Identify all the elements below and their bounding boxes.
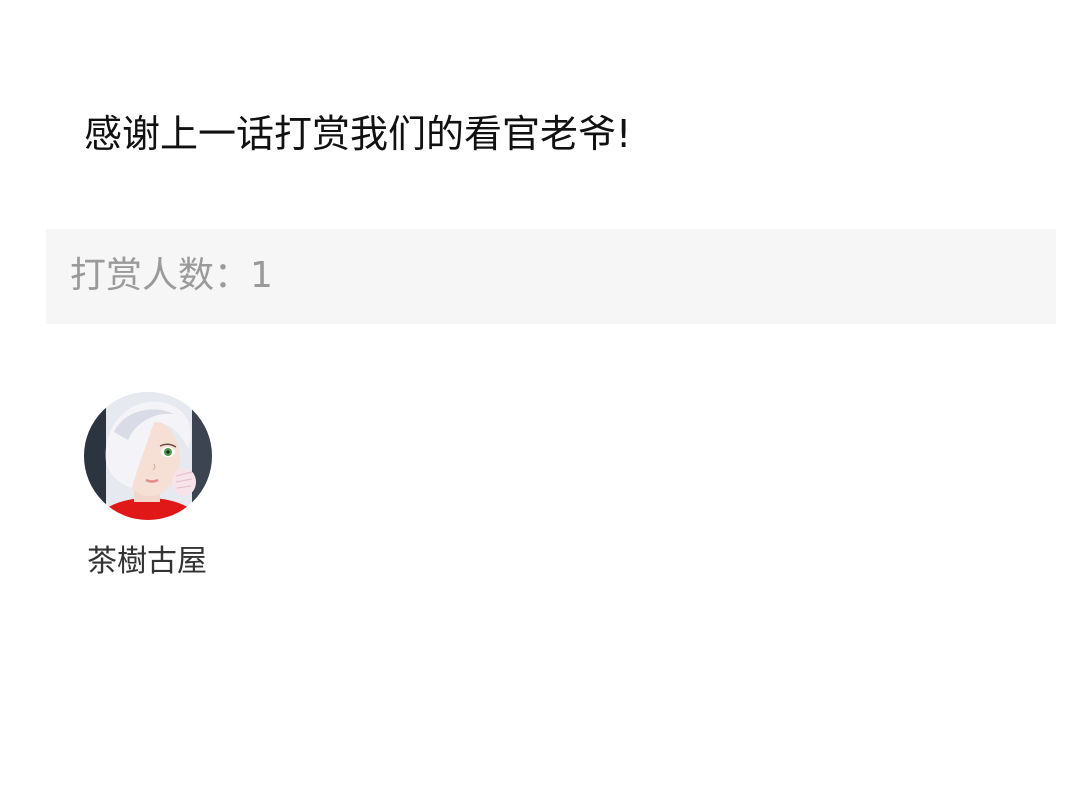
tip-count-label: 打赏人数： <box>70 255 251 296</box>
thanks-message: 感谢上一话打赏我们的看官老爷! <box>84 112 632 156</box>
tip-count-bar: 打赏人数：1 <box>46 229 1056 324</box>
avatar[interactable] <box>84 392 212 520</box>
tip-count-text: 打赏人数：1 <box>70 251 273 301</box>
supporter-name[interactable]: 茶樹古屋 <box>64 542 230 582</box>
avatar-image <box>84 392 212 520</box>
tip-count-value: 1 <box>250 255 273 296</box>
